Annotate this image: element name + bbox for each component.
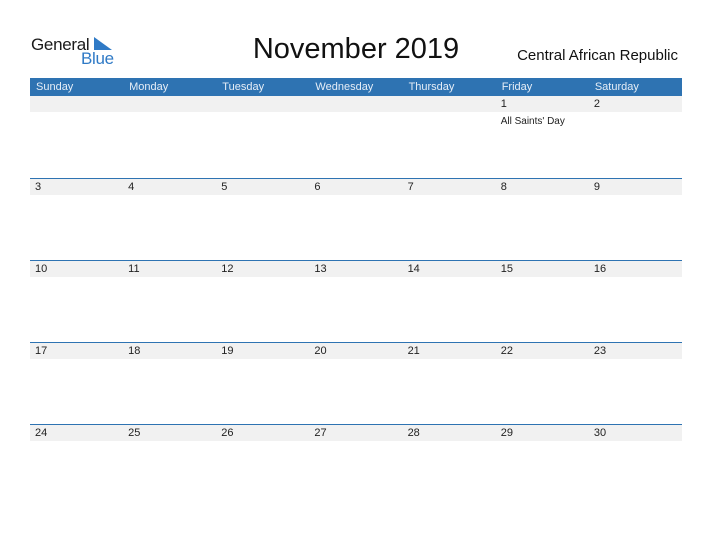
- weekday-wednesday: Wednesday: [315, 81, 374, 93]
- day-number: 12: [221, 263, 234, 275]
- weekday-monday: Monday: [129, 81, 169, 93]
- country-name: Central African Republic: [517, 47, 678, 64]
- day-number: 21: [407, 345, 420, 357]
- day-number: 9: [593, 181, 600, 193]
- day-cell: 16: [589, 261, 682, 342]
- week-row: 24 25 26 27 28 29 30: [30, 424, 682, 506]
- week-row: 3 4 5 6 7 8 9: [30, 178, 682, 260]
- day-number: 25: [128, 427, 141, 439]
- day-cell: 10: [30, 261, 123, 342]
- day-number: 14: [407, 263, 420, 275]
- day-number: 7: [407, 181, 414, 193]
- weekday-tuesday: Tuesday: [222, 81, 265, 93]
- day-cell: 19: [216, 343, 309, 424]
- day-cell: 24: [30, 425, 123, 506]
- day-cell: 25: [123, 425, 216, 506]
- day-cell: [30, 96, 123, 178]
- day-number: 13: [314, 263, 327, 275]
- day-cell: [216, 96, 309, 178]
- day-number: 4: [128, 181, 135, 193]
- day-cell: 6: [309, 179, 402, 260]
- day-number: 29: [500, 427, 513, 439]
- week-days: 24 25 26 27 28 29 30: [30, 425, 682, 506]
- day-number: 22: [500, 345, 513, 357]
- day-number: 2: [593, 98, 600, 110]
- day-cell: 23: [589, 343, 682, 424]
- day-number: 19: [221, 345, 234, 357]
- day-cell: 5: [216, 179, 309, 260]
- weekday-friday: Friday: [501, 81, 533, 93]
- day-cell: 11: [123, 261, 216, 342]
- day-cell: 22: [496, 343, 589, 424]
- weekday-thursday: Thursday: [408, 81, 455, 93]
- day-number: 16: [593, 263, 607, 275]
- day-number: 1: [500, 98, 507, 110]
- weekday-saturday: Saturday: [594, 81, 639, 93]
- day-cell: 26: [216, 425, 309, 506]
- day-number: 26: [221, 427, 234, 439]
- day-number: 15: [500, 263, 513, 275]
- calendar-grid: Sunday Monday Tuesday Wednesday Thursday…: [30, 78, 682, 506]
- day-number: 10: [35, 263, 48, 275]
- day-cell: 21: [403, 343, 496, 424]
- day-cell: 29: [496, 425, 589, 506]
- day-number: 23: [593, 345, 607, 357]
- day-number: 6: [314, 181, 321, 193]
- day-number: 24: [35, 427, 48, 439]
- day-number: 11: [128, 263, 140, 275]
- day-cell: 30: [589, 425, 682, 506]
- day-cell: 15: [496, 261, 589, 342]
- week-row: 17 18 19 20 21 22 23: [30, 342, 682, 424]
- day-number: 18: [128, 345, 141, 357]
- day-cell: 28: [403, 425, 496, 506]
- week-days: 1 All Saints' Day 2: [30, 96, 682, 178]
- day-number: 17: [35, 345, 48, 357]
- week-days: 10 11 12 13 14 15 16: [30, 261, 682, 342]
- weekday-sunday: Sunday: [36, 81, 74, 93]
- week-row: 1 All Saints' Day 2: [30, 96, 682, 178]
- day-cell: [309, 96, 402, 178]
- day-number: 3: [35, 181, 42, 193]
- day-cell: 13: [309, 261, 402, 342]
- day-cell: 2: [589, 96, 682, 178]
- day-cell: 18: [123, 343, 216, 424]
- day-cell: 17: [30, 343, 123, 424]
- week-days: 3 4 5 6 7 8 9: [30, 179, 682, 260]
- day-cell: [403, 96, 496, 178]
- day-number: 20: [314, 345, 327, 357]
- day-cell: 9: [589, 179, 682, 260]
- day-cell: 1 All Saints' Day: [496, 96, 589, 178]
- day-number: 8: [500, 181, 507, 193]
- week-days: 17 18 19 20 21 22 23: [30, 343, 682, 424]
- week-row: 10 11 12 13 14 15 16: [30, 260, 682, 342]
- holiday-label: All Saints' Day: [500, 116, 565, 127]
- day-number: 30: [593, 427, 607, 439]
- day-cell: 8: [496, 179, 589, 260]
- day-cell: [123, 96, 216, 178]
- day-number: 28: [407, 427, 420, 439]
- day-cell: 3: [30, 179, 123, 260]
- day-cell: 7: [403, 179, 496, 260]
- day-cell: 27: [309, 425, 402, 506]
- day-cell: 12: [216, 261, 309, 342]
- weekday-header: Sunday Monday Tuesday Wednesday Thursday…: [30, 78, 682, 96]
- day-number: 5: [221, 181, 228, 193]
- day-number: 27: [314, 427, 327, 439]
- day-cell: 14: [403, 261, 496, 342]
- day-cell: 4: [123, 179, 216, 260]
- day-cell: 20: [309, 343, 402, 424]
